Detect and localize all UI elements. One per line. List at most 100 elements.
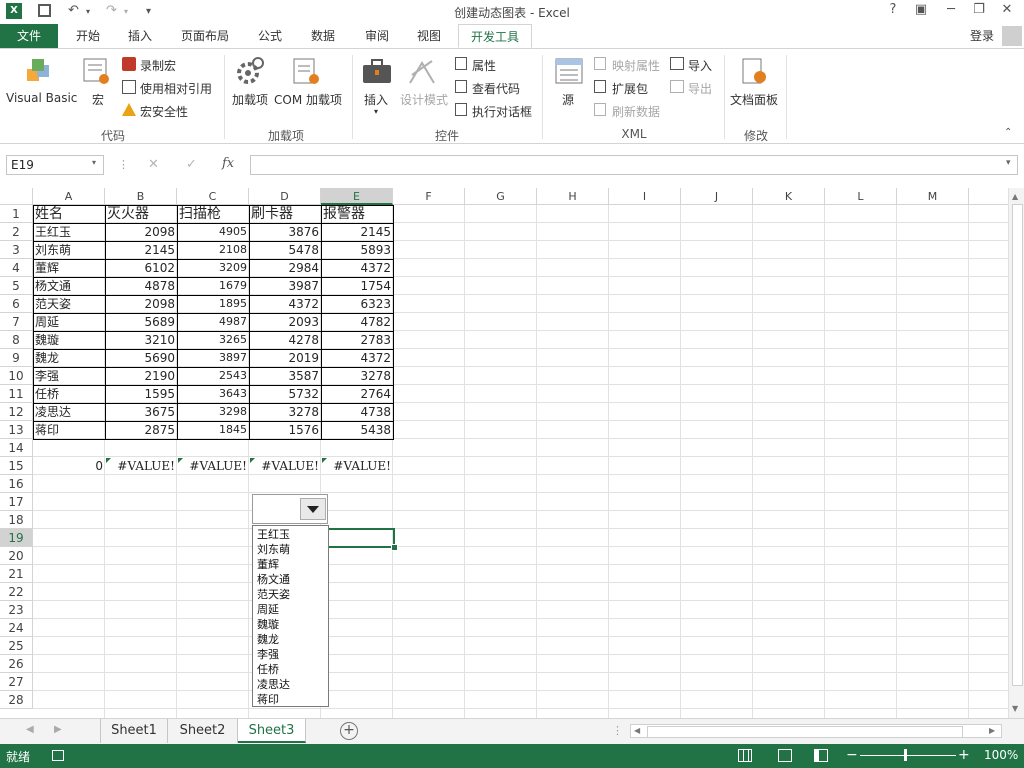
export-button[interactable]: 导出: [688, 80, 712, 97]
table-cell[interactable]: 2145: [105, 241, 177, 259]
zoom-in-button[interactable]: +: [958, 747, 970, 763]
run-dialog-button[interactable]: 执行对话框: [472, 103, 532, 120]
com-addins-button[interactable]: COM 加载项: [274, 91, 342, 108]
table-cell[interactable]: 1679: [177, 277, 249, 295]
tab-review[interactable]: 审阅: [354, 24, 400, 48]
row-header-3[interactable]: 3: [0, 241, 33, 259]
avatar[interactable]: [1002, 26, 1022, 46]
tab-page-layout[interactable]: 页面布局: [170, 24, 240, 48]
row-header-27[interactable]: 27: [0, 673, 33, 691]
list-item[interactable]: 刘东萌: [257, 542, 290, 557]
formula-result-cell[interactable]: 0: [33, 457, 105, 475]
tab-formulas[interactable]: 公式: [248, 24, 292, 48]
row-header-26[interactable]: 26: [0, 655, 33, 673]
error-value-cell[interactable]: #VALUE!: [177, 457, 249, 475]
table-cell[interactable]: 刘东萌: [33, 241, 105, 259]
properties-button[interactable]: 属性: [472, 57, 496, 74]
row-header-20[interactable]: 20: [0, 547, 33, 565]
table-cell[interactable]: 5438: [321, 421, 393, 439]
table-cell[interactable]: 4372: [321, 349, 393, 367]
table-cell[interactable]: 5689: [105, 313, 177, 331]
column-header-k[interactable]: K: [753, 188, 825, 205]
table-cell[interactable]: 2875: [105, 421, 177, 439]
row-header-8[interactable]: 8: [0, 331, 33, 349]
row-header-24[interactable]: 24: [0, 619, 33, 637]
close-button[interactable]: ✕: [996, 2, 1018, 17]
table-cell[interactable]: 2145: [321, 223, 393, 241]
row-header-13[interactable]: 13: [0, 421, 33, 439]
row-header-28[interactable]: 28: [0, 691, 33, 709]
xml-source-button[interactable]: 源: [562, 91, 574, 108]
relative-reference-button[interactable]: 使用相对引用: [140, 80, 212, 97]
refresh-data-button[interactable]: 刷新数据: [612, 103, 660, 120]
table-cell[interactable]: 2984: [249, 259, 321, 277]
list-item[interactable]: 杨文通: [257, 572, 290, 587]
combo-dropdown-button[interactable]: [300, 498, 326, 520]
sheet-tab-sheet3[interactable]: Sheet3: [238, 719, 306, 743]
list-item[interactable]: 蒋印: [257, 692, 279, 707]
zoom-out-button[interactable]: −: [846, 747, 858, 763]
table-cell[interactable]: 2093: [249, 313, 321, 331]
column-header-j[interactable]: J: [681, 188, 753, 205]
table-cell[interactable]: 2098: [105, 295, 177, 313]
select-all-corner[interactable]: [0, 188, 33, 205]
list-item[interactable]: 任桥: [257, 662, 279, 677]
row-header-4[interactable]: 4: [0, 259, 33, 277]
row-header-23[interactable]: 23: [0, 601, 33, 619]
table-cell[interactable]: 1895: [177, 295, 249, 313]
name-box[interactable]: E19: [6, 155, 104, 175]
combo-box-control[interactable]: [252, 494, 328, 524]
expansion-packs-button[interactable]: 扩展包: [612, 80, 648, 97]
row-header-18[interactable]: 18: [0, 511, 33, 529]
tab-split-handle-icon[interactable]: ⋮: [612, 724, 623, 737]
table-header[interactable]: 扫描枪: [177, 205, 249, 223]
vertical-scrollbar[interactable]: ▲ ▼: [1008, 188, 1024, 718]
new-sheet-button[interactable]: +: [340, 722, 358, 740]
row-header-14[interactable]: 14: [0, 439, 33, 457]
list-item[interactable]: 李强: [257, 647, 279, 662]
row-header-6[interactable]: 6: [0, 295, 33, 313]
visual-basic-button[interactable]: Visual Basic: [6, 91, 77, 105]
table-cell[interactable]: 5690: [105, 349, 177, 367]
list-item[interactable]: 范天姿: [257, 587, 290, 602]
list-item[interactable]: 魏璇: [257, 617, 279, 632]
table-cell[interactable]: 魏龙: [33, 349, 105, 367]
active-cell[interactable]: [320, 528, 395, 548]
table-cell[interactable]: 2108: [177, 241, 249, 259]
fill-handle[interactable]: [391, 544, 398, 551]
row-header-17[interactable]: 17: [0, 493, 33, 511]
page-break-view-icon[interactable]: [814, 749, 828, 762]
macro-recording-icon[interactable]: [52, 750, 64, 761]
error-value-cell[interactable]: #VALUE!: [321, 457, 393, 475]
scroll-tabs-right-icon[interactable]: ▶: [54, 724, 62, 735]
cancel-formula-button[interactable]: ✕: [148, 157, 159, 172]
list-item[interactable]: 凌思达: [257, 677, 290, 692]
worksheet-grid[interactable]: A B C D E F G H I J K L M 1 2 3 4 5 6 7 …: [0, 188, 1008, 718]
insert-control-dropdown-icon[interactable]: ▾: [374, 107, 378, 116]
insert-function-button[interactable]: fx: [222, 156, 234, 171]
row-header-12[interactable]: 12: [0, 403, 33, 421]
table-cell[interactable]: 3876: [249, 223, 321, 241]
insert-control-button[interactable]: 插入: [364, 91, 388, 108]
row-header-21[interactable]: 21: [0, 565, 33, 583]
table-header[interactable]: 刷卡器: [249, 205, 321, 223]
table-cell[interactable]: 2543: [177, 367, 249, 385]
zoom-slider-thumb[interactable]: [904, 749, 907, 761]
error-value-cell[interactable]: #VALUE!: [249, 457, 321, 475]
table-cell[interactable]: 4987: [177, 313, 249, 331]
error-value-cell[interactable]: #VALUE!: [105, 457, 177, 475]
tab-view[interactable]: 视图: [406, 24, 452, 48]
column-header-n[interactable]: [969, 188, 1008, 205]
table-cell[interactable]: 董辉: [33, 259, 105, 277]
table-cell[interactable]: 5732: [249, 385, 321, 403]
horizontal-scroll-thumb[interactable]: [647, 726, 963, 738]
column-header-c[interactable]: C: [177, 188, 249, 205]
collapse-ribbon-icon[interactable]: ⌃: [1004, 127, 1012, 138]
column-header-l[interactable]: L: [825, 188, 897, 205]
macro-security-button[interactable]: 宏安全性: [140, 103, 188, 120]
table-cell[interactable]: 4782: [321, 313, 393, 331]
scroll-thumb[interactable]: [1012, 204, 1023, 686]
table-cell[interactable]: 3265: [177, 331, 249, 349]
row-header-2[interactable]: 2: [0, 223, 33, 241]
macros-button[interactable]: 宏: [92, 91, 104, 108]
